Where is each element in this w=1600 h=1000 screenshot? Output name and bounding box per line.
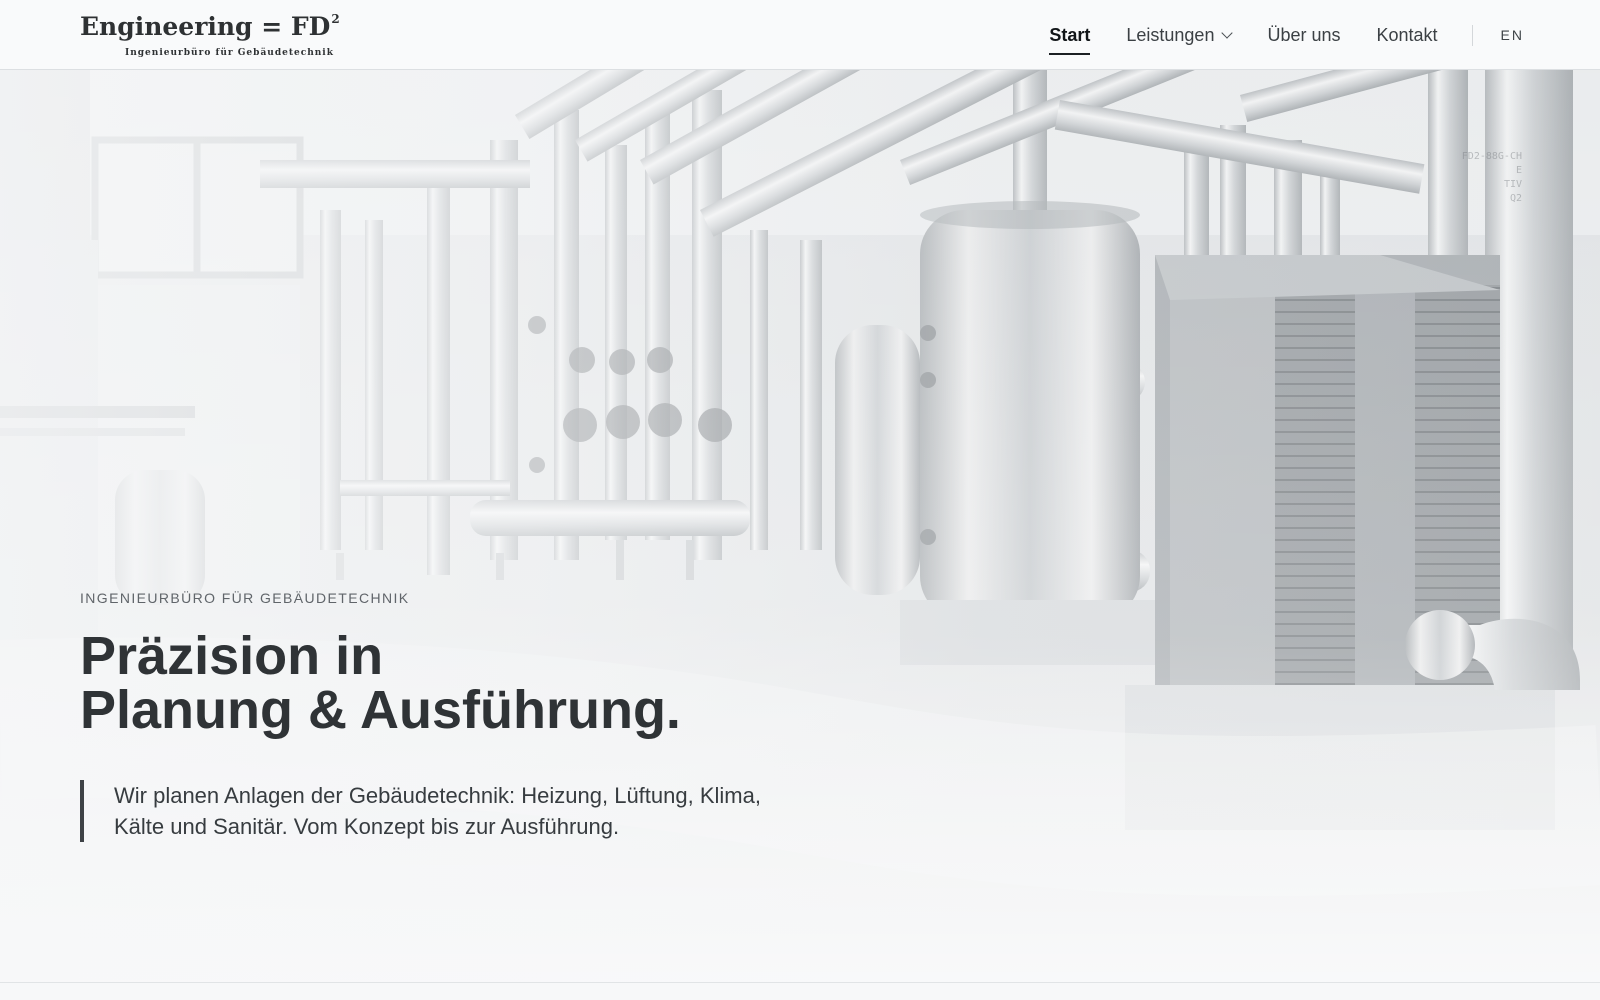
main-navigation: Start Leistungen Über uns Kontakt EN <box>1049 0 1524 70</box>
logo-wordmark: Engineering = FD2 <box>80 12 340 41</box>
logo-subtitle: Ingenieurbüro für Gebäudetechnik <box>125 48 334 58</box>
hero-description-line-2: Kälte und Sanitär. Vom Konzept bis zur A… <box>114 814 620 839</box>
hero-copy: INGENIEURBÜRO FÜR GEBÄUDETECHNIK Präzisi… <box>80 590 840 842</box>
landing-page: Engineering = FD2 Ingenieurbüro für Gebä… <box>0 0 1600 1000</box>
chevron-down-icon <box>1221 27 1234 39</box>
nav-services[interactable]: Leistungen <box>1126 17 1234 53</box>
bottom-page-strip <box>0 982 1600 1000</box>
hero-title-line-1: Präzision in <box>80 626 384 686</box>
site-header: Engineering = FD2 Ingenieurbüro für Gebä… <box>0 0 1600 70</box>
hero-description-line-1: Wir planen Anlagen der Gebäudetechnik: H… <box>114 783 761 808</box>
nav-contact[interactable]: Kontakt <box>1377 17 1438 53</box>
hero-section: FD2-88G-CH E TIV Q2 INGENIEURBÜRO FÜR GE… <box>0 70 1600 982</box>
hero-title-line-2: Planung & Ausführung. <box>80 680 681 740</box>
hero-description: Wir planen Anlagen der Gebäudetechnik: H… <box>80 780 840 842</box>
language-switcher[interactable]: EN <box>1501 27 1524 43</box>
logo-name: Engineering = FD <box>80 12 331 41</box>
hero-title: Präzision in Planung & Ausführung. <box>80 629 840 737</box>
language-divider <box>1471 24 1473 46</box>
equipment-tag: FD2-88G-CH <box>1461 151 1522 162</box>
equipment-tag-overlay: FD2-88G-CH E TIV Q2 <box>1402 150 1522 206</box>
equipment-tag: E <box>1515 165 1522 176</box>
nav-about[interactable]: Über uns <box>1267 17 1340 53</box>
logo-superscript: 2 <box>331 12 340 26</box>
equipment-tag: Q2 <box>1509 193 1522 204</box>
hero-light-overlay <box>0 70 1600 982</box>
nav-services-label: Leistungen <box>1126 24 1215 45</box>
hero-eyebrow: INGENIEURBÜRO FÜR GEBÄUDETECHNIK <box>80 590 410 606</box>
equipment-tag: TIV <box>1503 179 1522 190</box>
nav-start[interactable]: Start <box>1049 17 1091 55</box>
company-logo[interactable]: Engineering = FD2 Ingenieurbüro für Gebä… <box>80 9 350 61</box>
